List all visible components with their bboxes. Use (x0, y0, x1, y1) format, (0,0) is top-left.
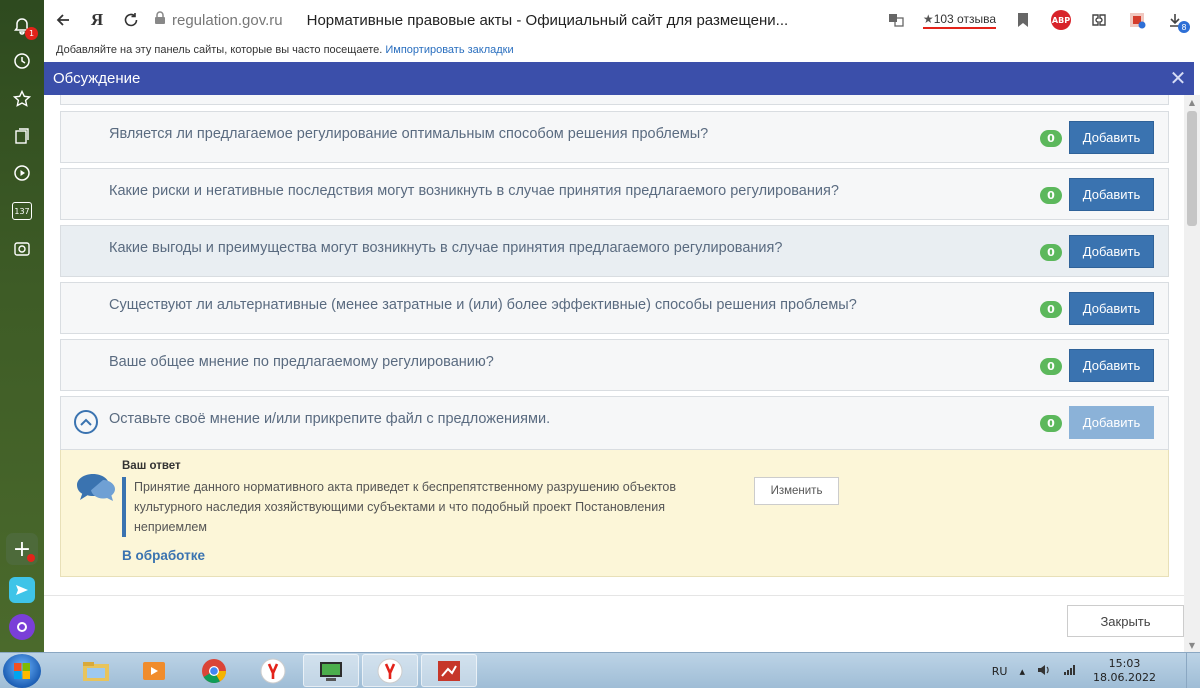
add-answer-button[interactable]: Добавить (1069, 121, 1154, 154)
question-row: Является ли предлагаемое регулирование о… (60, 111, 1169, 163)
media-player-taskbar-icon[interactable] (126, 654, 182, 687)
page-title: Нормативные правовые акты - Официальный … (306, 11, 789, 29)
add-answer-button-disabled[interactable]: Добавить (1069, 406, 1154, 439)
yandex-browser-taskbar-icon[interactable] (245, 654, 301, 687)
presentation-taskbar-icon[interactable] (421, 654, 477, 687)
comment-count-badge: 0 (1040, 187, 1062, 204)
windows-taskbar: RU ▴ 15:03 18.06.2022 (0, 652, 1200, 688)
alice-assistant-icon[interactable] (9, 614, 35, 640)
browser-toolbar: Я regulation.gov.ru Нормативные правовые… (44, 0, 1200, 40)
screenshot-icon[interactable] (8, 235, 36, 263)
red-dot-indicator (27, 554, 35, 562)
adblock-button[interactable]: ABP (1046, 5, 1076, 35)
modal-footer: Закрыть (44, 595, 1184, 652)
extensions-icon[interactable] (1084, 5, 1114, 35)
your-answer-panel: Ваш ответ Принятие данного нормативного … (60, 450, 1169, 577)
reviews-link[interactable]: ★103 отзыва (922, 11, 996, 29)
comment-count-badge: 0 (1040, 415, 1062, 432)
collections-icon[interactable] (8, 122, 36, 150)
adblock-icon: ABP (1051, 10, 1071, 30)
tab-counter: 137 (12, 202, 32, 220)
translate-icon[interactable] (881, 5, 911, 35)
bookmarks-bar: Добавляйте на эту панель сайты, которые … (44, 40, 1200, 60)
comment-count-badge: 0 (1040, 358, 1062, 375)
edit-answer-button[interactable]: Изменить (754, 477, 839, 505)
language-indicator[interactable]: RU (992, 665, 1008, 678)
download-badge: 8 (1178, 21, 1190, 33)
back-arrow-icon[interactable] (48, 5, 78, 35)
scroll-down-arrow-icon[interactable]: ▼ (1184, 638, 1200, 652)
question-row: Ваше общее мнение по предлагаемому регул… (60, 339, 1169, 391)
comment-count-badge: 0 (1040, 244, 1062, 261)
tabs-counter-icon[interactable]: 137 (8, 197, 36, 225)
star-small-icon: ★ (922, 11, 934, 26)
chrome-taskbar-icon[interactable] (186, 654, 242, 687)
clock-time: 15:03 (1108, 657, 1141, 670)
yandex-logo-icon[interactable]: Я (82, 5, 112, 35)
network-icon[interactable] (1063, 664, 1077, 679)
add-app-button[interactable]: + (6, 533, 38, 565)
explorer-taskbar-icon[interactable] (68, 654, 124, 687)
question-row: Какие риски и негативные последствия мог… (60, 168, 1169, 220)
volume-icon[interactable] (1037, 664, 1051, 679)
download-icon[interactable]: 8 (1160, 5, 1190, 35)
import-bookmarks-link[interactable]: Импортировать закладки (385, 44, 513, 56)
address-bar-url[interactable]: regulation.gov.ru (172, 12, 283, 29)
reload-icon[interactable] (116, 5, 146, 35)
monitor-taskbar-icon[interactable] (303, 654, 359, 687)
modal-header: Обсуждение ✕ (44, 62, 1194, 95)
add-answer-button[interactable]: Добавить (1069, 349, 1154, 382)
history-icon[interactable] (8, 47, 36, 75)
answer-status: В обработке (122, 548, 205, 563)
chevron-up-icon[interactable] (74, 410, 98, 434)
add-answer-button[interactable]: Добавить (1069, 292, 1154, 325)
question-text: Какие риски и негативные последствия мог… (109, 183, 839, 199)
notification-badge: 1 (25, 27, 38, 40)
browser-sidebar: 1 137 + (0, 0, 44, 652)
modal-title: Обсуждение (53, 70, 141, 87)
discussion-list: Является ли предлагаемое регулирование о… (44, 95, 1184, 595)
close-icon[interactable]: ✕ (1166, 66, 1190, 90)
question-text: Существуют ли альтернативные (менее затр… (109, 297, 857, 313)
windows-logo-icon (14, 663, 30, 679)
bookmark-icon[interactable] (1008, 5, 1038, 35)
profile-extension-icon[interactable] (1122, 5, 1152, 35)
question-text: Оставьте своё мнение и/или прикрепите фа… (109, 411, 551, 427)
yandex-browser-active-taskbar-icon[interactable] (362, 654, 418, 687)
system-tray: RU ▴ 15:03 18.06.2022 (986, 653, 1156, 688)
close-modal-button[interactable]: Закрыть (1067, 605, 1184, 637)
question-row-partial (60, 95, 1169, 105)
question-text: Является ли предлагаемое регулирование о… (109, 126, 709, 142)
speech-bubbles-icon (75, 470, 117, 506)
question-text: Какие выгоды и преимущества могут возник… (109, 240, 783, 256)
add-answer-button[interactable]: Добавить (1069, 235, 1154, 268)
play-icon[interactable] (8, 159, 36, 187)
comment-count-badge: 0 (1040, 301, 1062, 318)
question-row: Существуют ли альтернативные (менее затр… (60, 282, 1169, 334)
scrollbar-thumb[interactable] (1187, 111, 1197, 226)
answer-title: Ваш ответ (122, 460, 181, 472)
star-icon[interactable] (8, 85, 36, 113)
scroll-up-arrow-icon[interactable]: ▲ (1184, 95, 1200, 109)
question-row-expanded: Оставьте своё мнение и/или прикрепите фа… (60, 396, 1169, 450)
clock[interactable]: 15:03 18.06.2022 (1093, 657, 1156, 685)
bookmarks-prompt: Добавляйте на эту панель сайты, которые … (56, 44, 386, 56)
tray-expand-icon[interactable]: ▴ (1019, 665, 1025, 678)
question-row: Какие выгоды и преимущества могут возник… (60, 225, 1169, 277)
messenger-app-icon[interactable] (9, 577, 35, 603)
lock-icon[interactable] (154, 11, 166, 29)
answer-text: Принятие данного нормативного акта приве… (122, 477, 702, 537)
scrollbar[interactable]: ▲ ▼ (1184, 95, 1200, 652)
add-answer-button[interactable]: Добавить (1069, 178, 1154, 211)
show-desktop-button[interactable] (1186, 653, 1200, 688)
clock-date: 18.06.2022 (1093, 671, 1156, 684)
question-text: Ваше общее мнение по предлагаемому регул… (109, 354, 494, 370)
start-button[interactable] (3, 654, 41, 688)
comment-count-badge: 0 (1040, 130, 1062, 147)
